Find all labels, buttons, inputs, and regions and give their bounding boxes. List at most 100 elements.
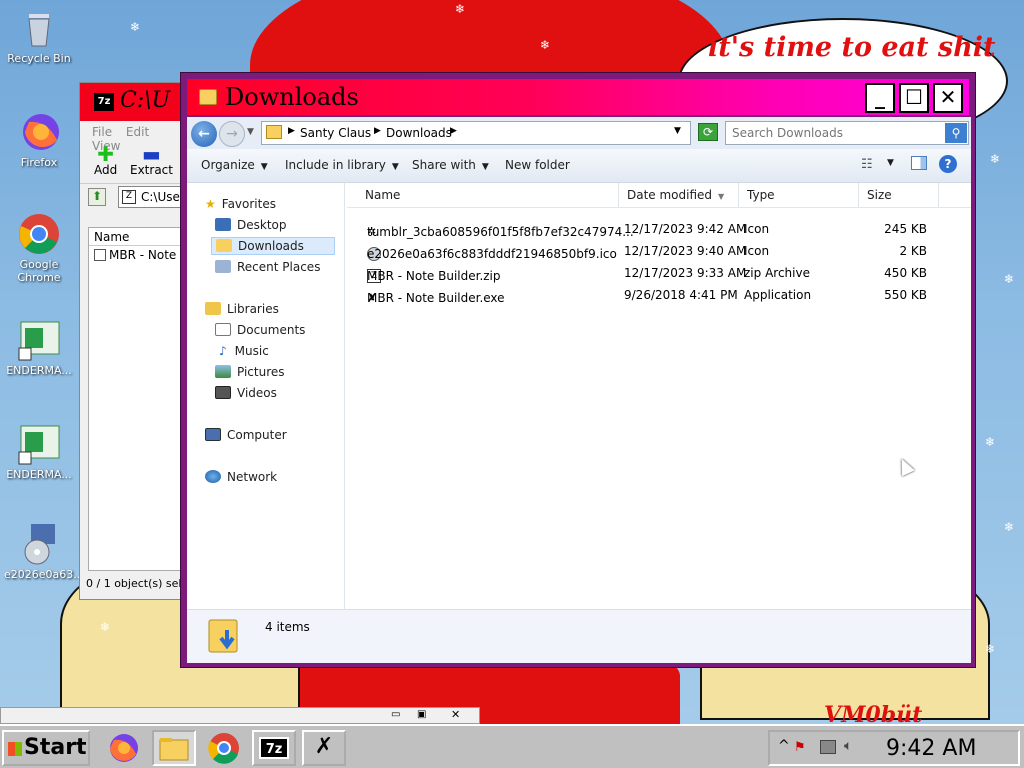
nav-label: Favorites bbox=[221, 197, 276, 211]
file-row[interactable]: ✲ tumblr_3cba608596f01f5f8fb7ef32c47974..… bbox=[357, 219, 957, 239]
7zip-title: C:\U bbox=[120, 88, 171, 113]
desktop-icon-ico-file[interactable]: e2026e0a63... bbox=[4, 522, 84, 581]
search-box[interactable]: ⚲ bbox=[725, 121, 969, 145]
desktop-icon bbox=[215, 218, 231, 231]
close-button[interactable]: ✕ bbox=[933, 83, 963, 113]
address-bar[interactable]: ▶ Santy Claus ▶ Downloads ▶ ▼ bbox=[261, 121, 691, 145]
zip-drive-icon: Z bbox=[122, 190, 136, 204]
search-input[interactable] bbox=[732, 123, 942, 143]
file-size: 550 KB bbox=[884, 288, 927, 302]
7zip-logo-icon: 7z bbox=[94, 93, 114, 111]
7zip-title-bar[interactable]: 7z C:\U bbox=[80, 83, 188, 121]
column-type[interactable]: Type bbox=[739, 183, 859, 207]
mini-restore-icon[interactable]: ▣ bbox=[417, 709, 426, 720]
taskbar: Start 7z ✗ ^ ⚑ 🔈︎ 9:42 AM bbox=[0, 724, 1024, 768]
7zip-extract-button[interactable]: ▬ Extract bbox=[130, 144, 173, 177]
nav-music[interactable]: ♪ Music bbox=[215, 344, 269, 358]
taskbar-chrome[interactable] bbox=[204, 730, 248, 766]
nav-recent-places[interactable]: Recent Places bbox=[215, 260, 320, 274]
preview-pane-icon[interactable] bbox=[911, 156, 927, 170]
breadcrumb-santy-claus[interactable]: Santy Claus bbox=[300, 126, 371, 140]
nav-documents[interactable]: Documents bbox=[215, 323, 305, 337]
7zip-menu-file[interactable]: File bbox=[92, 125, 112, 139]
file-row[interactable]: Z MBR - Note Builder.zip 12/17/2023 9:33 … bbox=[357, 263, 957, 283]
back-button[interactable]: ← bbox=[191, 121, 217, 147]
tray-expand-icon[interactable]: ^ bbox=[778, 738, 790, 754]
nav-pictures[interactable]: Pictures bbox=[215, 365, 285, 379]
nav-favorites[interactable]: ★ Favorites bbox=[205, 197, 276, 211]
7zip-column-name[interactable]: Name bbox=[89, 228, 187, 246]
folder-up-icon[interactable]: ⬆ bbox=[88, 188, 106, 206]
nav-libraries[interactable]: Libraries bbox=[205, 302, 279, 316]
action-center-flag-icon[interactable]: ⚑ bbox=[794, 740, 806, 755]
breadcrumb-downloads[interactable]: Downloads bbox=[386, 126, 452, 140]
file-date: 12/17/2023 9:42 AM bbox=[624, 222, 747, 236]
file-type: zip Archive bbox=[744, 266, 810, 280]
forward-button[interactable]: → bbox=[219, 121, 245, 147]
firefox-icon bbox=[110, 734, 138, 762]
explorer-window[interactable]: Downloads _ ☐ ✕ ← → ▼ ▶ Santy Claus ▶ Do… bbox=[180, 72, 976, 668]
file-list: Name Date modified ▼ Type Size ✲ tumblr_3c… bbox=[347, 183, 971, 609]
file-row[interactable]: e2026e0a63f6c883fdddf21946850bf9.ico 12/… bbox=[357, 241, 957, 261]
column-size[interactable]: Size bbox=[859, 183, 939, 207]
taskbar-clock[interactable]: 9:42 AM bbox=[886, 736, 976, 761]
firefox-icon bbox=[17, 110, 61, 154]
maximize-button[interactable]: ☐ bbox=[899, 83, 929, 113]
network-tray-icon[interactable] bbox=[820, 740, 836, 754]
explorer-title-bar[interactable]: Downloads _ ☐ ✕ bbox=[187, 79, 969, 115]
recent-places-icon bbox=[215, 260, 231, 273]
desktop-icon-label: ENDERMA... bbox=[6, 364, 72, 377]
include-in-library-menu[interactable]: Include in library ▼ bbox=[285, 158, 399, 172]
view-options-icon[interactable]: ☷ bbox=[861, 157, 873, 172]
refresh-button[interactable]: ⟳ bbox=[698, 123, 718, 141]
breadcrumb-chevron-icon[interactable]: ▶ bbox=[450, 126, 457, 136]
nav-computer[interactable]: Computer bbox=[205, 428, 287, 442]
breadcrumb-chevron-icon[interactable]: ▶ bbox=[288, 126, 295, 136]
organize-menu[interactable]: Organize ▼ bbox=[201, 158, 268, 172]
snowflake-icon: ❄ bbox=[985, 435, 996, 449]
7zip-menu-edit[interactable]: Edit bbox=[126, 125, 149, 139]
7zip-window[interactable]: 7z C:\U File Edit View ✚ Add ▬ Extract ⬆… bbox=[79, 82, 190, 600]
volume-icon[interactable]: 🔈︎ bbox=[844, 738, 852, 754]
desktop-icon-chrome[interactable]: Google Chrome bbox=[4, 212, 74, 284]
taskbar-explorer[interactable] bbox=[152, 730, 196, 766]
7zip-status: 0 / 1 object(s) sel bbox=[86, 577, 182, 590]
breadcrumb-chevron-icon[interactable]: ▶ bbox=[374, 126, 381, 136]
desktop-icon-firefox[interactable]: Firefox bbox=[4, 110, 74, 169]
mini-close-icon[interactable]: ✕ bbox=[451, 708, 460, 721]
nav-videos[interactable]: Videos bbox=[215, 386, 277, 400]
system-tray: ^ ⚑ 🔈︎ 9:42 AM bbox=[768, 730, 1020, 766]
share-with-menu[interactable]: Share with ▼ bbox=[412, 158, 489, 172]
column-name[interactable]: Name bbox=[357, 183, 619, 207]
desktop-icon-enderman-1[interactable]: ENDERMA... bbox=[4, 318, 74, 377]
column-date-modified[interactable]: Date modified ▼ bbox=[619, 183, 739, 207]
view-chevron-down-icon[interactable]: ▼ bbox=[887, 158, 894, 168]
desktop-icon-recycle-bin[interactable]: Recycle Bin bbox=[4, 6, 74, 65]
search-icon[interactable]: ⚲ bbox=[945, 123, 967, 143]
details-pane: 4 items bbox=[187, 609, 971, 663]
nav-desktop[interactable]: Desktop bbox=[215, 218, 287, 232]
desktop-icon-enderman-2[interactable]: ENDERMA... bbox=[4, 422, 74, 481]
nav-downloads[interactable]: Downloads bbox=[211, 237, 335, 255]
minimized-window-bar[interactable]: ▭ ▣ ✕ bbox=[0, 707, 480, 724]
address-dropdown-icon[interactable]: ▼ bbox=[674, 126, 681, 136]
7zip-add-button[interactable]: ✚ Add bbox=[94, 144, 117, 177]
7zip-list-item[interactable]: MBR - Note B bbox=[89, 246, 187, 264]
help-icon[interactable]: ? bbox=[939, 155, 957, 173]
file-icon bbox=[94, 249, 106, 261]
mini-minimize-icon[interactable]: ▭ bbox=[391, 709, 400, 720]
start-button[interactable]: Start bbox=[2, 730, 90, 766]
taskbar-firefox[interactable] bbox=[104, 730, 148, 766]
nav-label: Music bbox=[234, 344, 269, 358]
taskbar-note-builder[interactable]: ✗ bbox=[302, 730, 346, 766]
7zip-menu-bar: File Edit View bbox=[80, 121, 188, 153]
7zip-file-list[interactable]: Name MBR - Note B bbox=[88, 227, 188, 571]
file-row[interactable]: ✗ MBR - Note Builder.exe 9/26/2018 4:41 P… bbox=[357, 285, 957, 305]
nav-label: Documents bbox=[237, 323, 306, 337]
nav-network[interactable]: Network bbox=[205, 470, 277, 484]
new-folder-button[interactable]: New folder bbox=[505, 158, 570, 172]
minimize-button[interactable]: _ bbox=[865, 83, 895, 113]
recent-pages-chevron-icon[interactable]: ▼ bbox=[247, 127, 254, 137]
organize-label: Organize bbox=[201, 158, 255, 172]
taskbar-7zip[interactable]: 7z bbox=[252, 730, 296, 766]
